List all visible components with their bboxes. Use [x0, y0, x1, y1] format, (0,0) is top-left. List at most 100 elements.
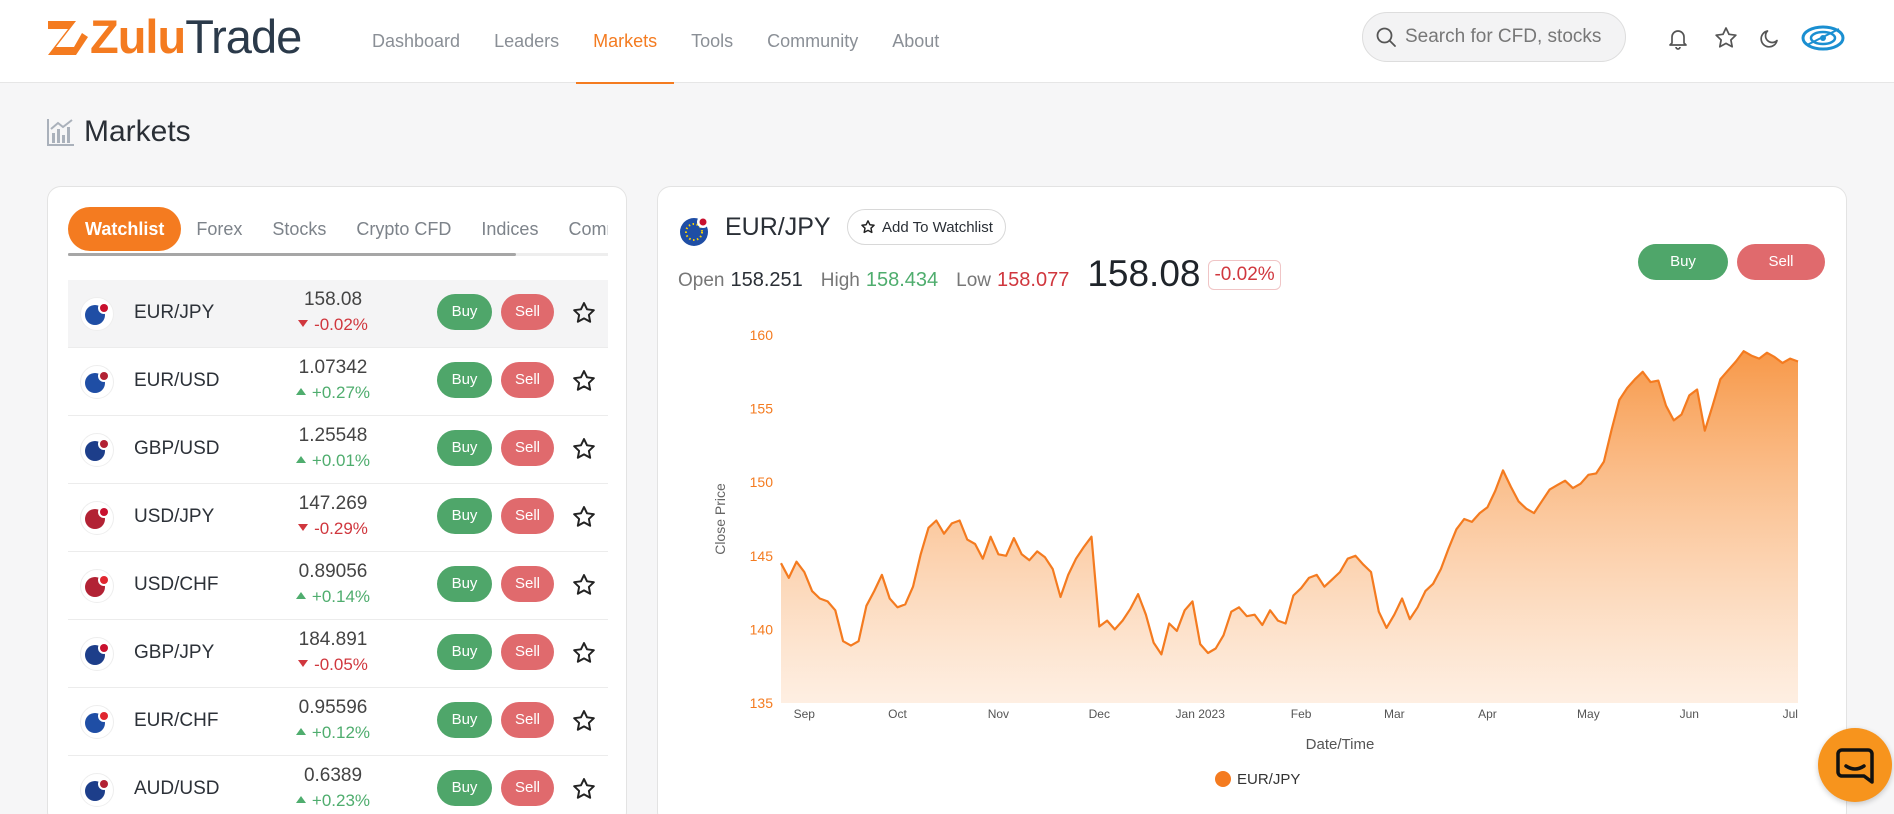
- currency-pair-flag-icon: [80, 773, 114, 807]
- page-header: Markets: [46, 115, 191, 149]
- nav-community[interactable]: Community: [750, 0, 875, 83]
- sell-button[interactable]: Sell: [501, 702, 554, 738]
- x-tick-label: Apr: [1478, 707, 1497, 721]
- pair-change: +0.12%: [278, 723, 388, 743]
- pair-name: EUR/CHF: [134, 710, 219, 731]
- x-axis-ticks: SepOctNovDecJan 2023FebMarAprMayJunJulAu…: [794, 707, 1798, 721]
- legend-marker: [1215, 771, 1231, 787]
- x-tick-label: Feb: [1291, 707, 1312, 721]
- star-icon[interactable]: [571, 368, 597, 394]
- nav-leaders[interactable]: Leaders: [477, 0, 576, 83]
- watchlist-row[interactable]: AUD/USD 0.6389 +0.23% Buy Sell: [68, 756, 608, 814]
- watchlist-row[interactable]: USD/CHF 0.89056 +0.14% Buy Sell: [68, 552, 608, 620]
- y-tick-label: 150: [750, 474, 774, 490]
- star-icon[interactable]: [571, 708, 597, 734]
- buy-button[interactable]: Buy: [437, 498, 492, 534]
- buy-button[interactable]: Buy: [437, 566, 492, 602]
- x-tick-label: Sep: [794, 707, 816, 721]
- nav-dashboard[interactable]: Dashboard: [355, 0, 477, 83]
- nav-markets[interactable]: Markets: [576, 0, 675, 84]
- star-icon[interactable]: [571, 776, 597, 802]
- watchlist-row[interactable]: EUR/USD 1.07342 +0.27% Buy Sell: [68, 348, 608, 416]
- buy-button[interactable]: Buy: [437, 294, 492, 330]
- x-axis-label: Date/Time: [1306, 736, 1375, 753]
- pair-change-value: +0.27%: [311, 383, 371, 402]
- currency-pair-flag-icon: [80, 501, 114, 535]
- sell-button[interactable]: Sell: [501, 362, 554, 398]
- star-icon[interactable]: [571, 504, 597, 530]
- buy-button[interactable]: Buy: [437, 702, 492, 738]
- x-tick-label: Oct: [888, 707, 907, 721]
- tab-crypto-cfd[interactable]: Crypto CFD: [341, 207, 466, 251]
- pair-price: 1.07342: [298, 357, 368, 378]
- search-icon: [1376, 27, 1396, 47]
- sell-button[interactable]: Sell: [501, 294, 554, 330]
- pair-name: AUD/USD: [134, 778, 220, 799]
- sell-button[interactable]: Sell: [501, 566, 554, 602]
- sell-button[interactable]: Sell: [501, 498, 554, 534]
- sell-button[interactable]: Sell: [501, 634, 554, 670]
- moon-icon[interactable]: [1756, 24, 1784, 52]
- tab-indices[interactable]: Indices: [466, 207, 553, 251]
- pair-change-value: +0.12%: [311, 723, 371, 742]
- watchlist-row[interactable]: GBP/JPY 184.891 -0.05% Buy Sell: [68, 620, 608, 688]
- bell-icon[interactable]: [1664, 24, 1692, 52]
- currency-pair-flag-icon: [80, 637, 114, 671]
- y-tick-label: 160: [750, 327, 774, 343]
- currency-pair-flag-icon: [80, 569, 114, 603]
- watchlist-row[interactable]: EUR/CHF 0.95596 +0.12% Buy Sell: [68, 688, 608, 756]
- x-tick-label: Dec: [1089, 707, 1110, 721]
- x-tick-label: Mar: [1384, 707, 1405, 721]
- buy-button[interactable]: Buy: [437, 770, 492, 806]
- avatar[interactable]: [1801, 18, 1845, 58]
- star-icon[interactable]: [571, 436, 597, 462]
- legend-label[interactable]: EUR/JPY: [1237, 771, 1300, 788]
- x-tick-label: Jun: [1680, 707, 1699, 721]
- nav-tools[interactable]: Tools: [674, 0, 750, 83]
- chat-support-button[interactable]: [1818, 728, 1892, 802]
- pair-change-value: +0.23%: [311, 791, 371, 810]
- pair-change: -0.05%: [278, 655, 388, 675]
- tab-stocks[interactable]: Stocks: [257, 207, 341, 251]
- tabs-scrollbar-thumb[interactable]: [68, 253, 516, 256]
- watchlist-row[interactable]: GBP/USD 1.25548 +0.01% Buy Sell: [68, 416, 608, 484]
- y-axis-ticks: 135 140 145 150 155 160: [750, 327, 774, 711]
- pair-change-value: -0.05%: [314, 655, 368, 674]
- main-nav: Dashboard Leaders Markets Tools Communit…: [355, 0, 956, 84]
- y-tick-label: 140: [750, 621, 774, 637]
- buy-button[interactable]: Buy: [437, 430, 492, 466]
- x-tick-label: Nov: [988, 707, 1009, 721]
- tabs-scrollbar[interactable]: [68, 253, 608, 256]
- watchlist-row[interactable]: USD/JPY 147.269 -0.29% Buy Sell: [68, 484, 608, 552]
- buy-button[interactable]: Buy: [437, 634, 492, 670]
- currency-pair-flag-icon: [80, 365, 114, 399]
- watchlist-rows: EUR/JPY 158.08 -0.02% Buy Sell EUR/USD 1.07342…: [68, 280, 608, 814]
- tab-forex[interactable]: Forex: [181, 207, 257, 251]
- star-icon[interactable]: [571, 300, 597, 326]
- star-icon[interactable]: [571, 572, 597, 598]
- caret-up-icon: [295, 728, 306, 736]
- tab-commodities[interactable]: Commodities: [553, 207, 608, 251]
- pair-price: 184.891: [298, 629, 368, 650]
- series-area: [781, 351, 1798, 703]
- chart-icon: [47, 119, 74, 146]
- search-input[interactable]: [1405, 26, 1625, 48]
- tab-watchlist[interactable]: Watchlist: [68, 207, 182, 251]
- pair-change-value: +0.01%: [311, 451, 371, 470]
- nav-about[interactable]: About: [875, 0, 956, 83]
- zulutrade-logo[interactable]: ZuluTrade: [46, 13, 302, 60]
- y-axis-label: Close Price: [712, 483, 728, 555]
- sell-button[interactable]: Sell: [501, 430, 554, 466]
- star-icon[interactable]: [1712, 24, 1740, 52]
- pair-change: +0.23%: [278, 791, 388, 811]
- buy-button[interactable]: Buy: [437, 362, 492, 398]
- x-tick-label: May: [1577, 707, 1600, 721]
- y-tick-label: 145: [750, 548, 774, 564]
- pair-change: +0.14%: [278, 587, 388, 607]
- pair-price: 1.25548: [298, 425, 368, 446]
- pair-price: 147.269: [298, 493, 368, 514]
- watchlist-row[interactable]: EUR/JPY 158.08 -0.02% Buy Sell: [68, 280, 608, 348]
- sell-button[interactable]: Sell: [501, 770, 554, 806]
- pair-price: 0.6389: [303, 765, 363, 786]
- star-icon[interactable]: [571, 640, 597, 666]
